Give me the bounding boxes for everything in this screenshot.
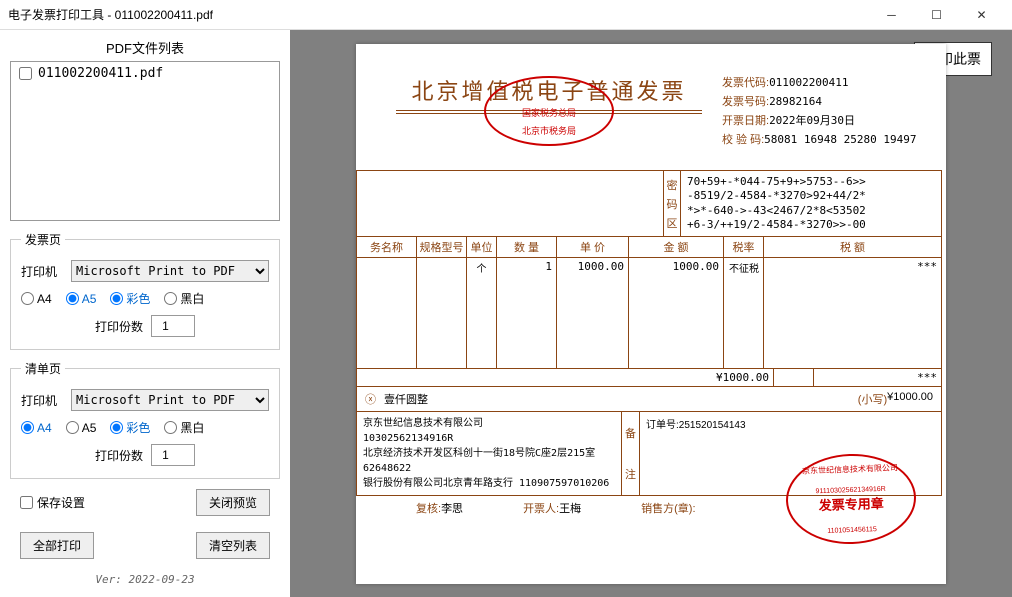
invoice-page-legend: 发票页: [21, 231, 65, 248]
maximize-button[interactable]: ☐: [914, 1, 959, 29]
invoice-size-a4[interactable]: A4: [21, 292, 52, 306]
cipher-label: 密码区: [663, 171, 681, 236]
version-text: Ver: 2022-09-23: [10, 573, 280, 586]
cipher-content: 70+59+-*044-75+9+>5753--6>> -8519/2-4584…: [681, 171, 941, 236]
invoice-copies-label: 打印份数: [95, 318, 143, 335]
list-printer-select[interactable]: Microsoft Print to PDF: [71, 389, 269, 411]
list-copies-input[interactable]: [151, 444, 195, 466]
invoice-printer-select[interactable]: Microsoft Print to PDF: [71, 260, 269, 282]
list-printer-label: 打印机: [21, 392, 63, 409]
note-label: 备注: [622, 412, 640, 495]
invoice-color[interactable]: 彩色: [110, 290, 150, 307]
invoice-size-a5[interactable]: A5: [66, 292, 97, 306]
minimize-button[interactable]: ─: [869, 1, 914, 29]
file-name: 011002200411.pdf: [38, 66, 163, 81]
print-all-button[interactable]: 全部打印: [20, 532, 94, 559]
close-button[interactable]: ✕: [959, 1, 1004, 29]
clear-list-button[interactable]: 清空列表: [196, 532, 270, 559]
invoice-meta: 发票代码:011002200411 发票号码:28982164 开票日期:202…: [722, 74, 932, 150]
capital-row: ⓧ 壹仟圆整 (小写) ¥1000.00: [357, 387, 941, 412]
stamp-text-2: 北京市税务局: [522, 124, 576, 137]
invoice-title: 北京增值税电子普通发票: [376, 74, 722, 106]
list-page-group: 清单页 打印机 Microsoft Print to PDF A4 A5 彩色 …: [10, 360, 280, 479]
file-checkbox[interactable]: [19, 67, 32, 80]
preview-area: 打印此票 北京增值税电子普通发票 国家税务总局 北京市税务局 发票代码:0110…: [290, 30, 1012, 597]
list-size-a4[interactable]: A4: [21, 421, 52, 435]
stamp-text-1: 国家税务总局: [522, 106, 576, 119]
invoice-seal: 京东世纪信息技术有限公司 91110302562134916R 发票专用章 11…: [784, 452, 917, 546]
list-copies-label: 打印份数: [95, 447, 143, 464]
total-row: ¥1000.00 ***: [357, 368, 941, 387]
window-title: 电子发票打印工具 - 011002200411.pdf: [8, 6, 869, 23]
items-header: 务名称 规格型号 单位 数 量 单 价 金 额 税率 税 额: [357, 237, 941, 258]
invoice-copies-input[interactable]: [151, 315, 195, 337]
item-row: 个 1 1000.00 1000.00 不征税 ***: [357, 258, 941, 368]
close-preview-button[interactable]: 关闭预览: [196, 489, 270, 516]
file-item[interactable]: 011002200411.pdf: [11, 62, 279, 85]
list-bw[interactable]: 黑白: [164, 419, 204, 436]
sidebar: PDF文件列表 011002200411.pdf 发票页 打印机 Microso…: [0, 30, 290, 597]
save-settings-checkbox[interactable]: 保存设置: [20, 494, 85, 511]
list-page-legend: 清单页: [21, 360, 65, 377]
window-titlebar: 电子发票打印工具 - 011002200411.pdf ─ ☐ ✕: [0, 0, 1012, 30]
invoice-bw[interactable]: 黑白: [164, 290, 204, 307]
list-color[interactable]: 彩色: [110, 419, 150, 436]
printer-label: 打印机: [21, 263, 63, 280]
invoice-page-group: 发票页 打印机 Microsoft Print to PDF A4 A5 彩色 …: [10, 231, 280, 350]
seller-info: 京东世纪信息技术有限公司 10302562134916R 北京经济技术开发区科创…: [357, 412, 622, 495]
invoice-page: 北京增值税电子普通发票 国家税务总局 北京市税务局 发票代码:011002200…: [356, 44, 946, 584]
filelist-title: PDF文件列表: [10, 38, 280, 57]
list-size-a5[interactable]: A5: [66, 421, 97, 435]
file-list[interactable]: 011002200411.pdf: [10, 61, 280, 221]
